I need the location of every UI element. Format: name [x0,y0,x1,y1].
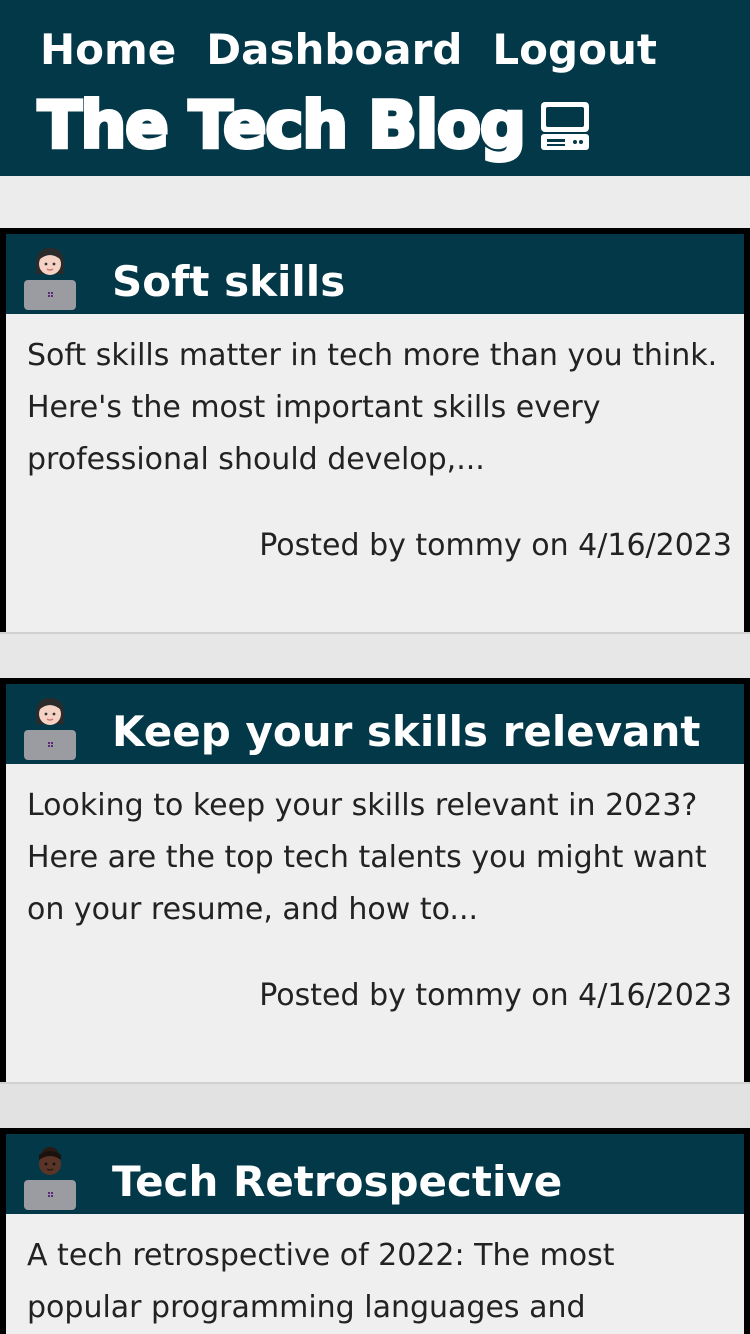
woman-technologist-icon [24,698,76,760]
divider [0,632,750,634]
computer-terminal-icon [540,102,589,150]
post-card[interactable]: Keep your skills relevant Looking to kee… [0,678,750,1084]
post-title[interactable]: Soft skills [112,252,345,312]
site-logo[interactable]: The Tech Blog [36,86,593,166]
post-meta: Posted by tommy on 4/16/2023 [259,978,732,1013]
main-nav: Home Dashboard Logout [40,22,687,78]
post-title[interactable]: Tech Retrospective [112,1152,562,1212]
post-excerpt: Looking to keep your skills relevant in … [27,788,707,927]
post-excerpt: Soft skills matter in tech more than you… [27,338,718,477]
nav-home-link[interactable]: Home [40,22,176,78]
divider [0,1082,750,1084]
site-header: Home Dashboard Logout The Tech Blog [0,0,750,176]
post-meta: Posted by tommy on 4/16/2023 [259,528,732,563]
nav-logout-link[interactable]: Logout [492,22,657,78]
nav-dashboard-link[interactable]: Dashboard [206,22,462,78]
post-header: Keep your skills relevant [6,684,744,764]
post-header: Soft skills [6,234,744,314]
post-title[interactable]: Keep your skills relevant [112,702,700,762]
post-header: Tech Retrospective [6,1134,744,1214]
woman-technologist-icon [24,248,76,310]
technologist-icon [24,1147,76,1210]
post-card[interactable]: Tech Retrospective A tech retrospective … [0,1128,750,1334]
post-card[interactable]: Soft skills Soft skills matter in tech m… [0,228,750,634]
site-title: The Tech Blog [36,87,528,165]
post-excerpt: A tech retrospective of 2022: The most p… [27,1238,615,1325]
